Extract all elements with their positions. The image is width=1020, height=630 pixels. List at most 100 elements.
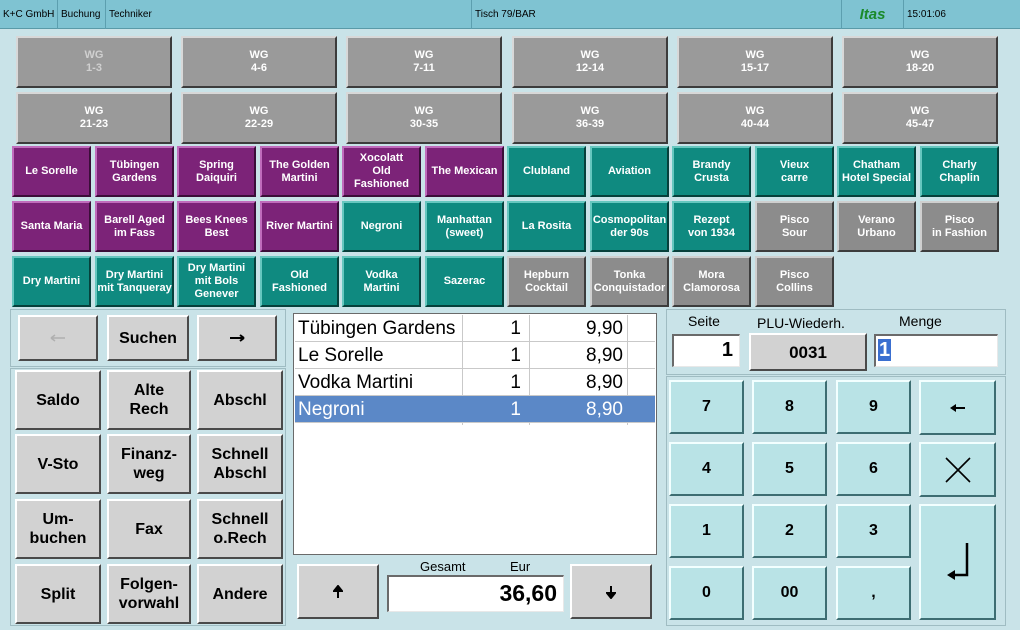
quantity-label: Menge	[899, 313, 942, 329]
group-button[interactable]: WG 45-47	[842, 92, 998, 144]
company-name: K+C GmbH	[0, 0, 58, 29]
quick-no-bill-button[interactable]: Schnell o.Rech	[197, 499, 283, 559]
clear-button[interactable]	[919, 442, 996, 497]
currency-label: Eur	[510, 559, 531, 574]
quantity-field[interactable]: 1	[874, 334, 998, 367]
product-button[interactable]: Tübingen Gardens	[95, 146, 174, 197]
product-button[interactable]: Dry Martini	[12, 256, 91, 307]
product-button[interactable]: Le Sorelle	[12, 146, 91, 197]
key-5[interactable]: 5	[752, 442, 827, 496]
product-button[interactable]: The Golden Martini	[260, 146, 339, 197]
product-button[interactable]: Barell Aged im Fass	[95, 201, 174, 252]
enter-icon	[946, 543, 968, 580]
enter-button[interactable]	[919, 504, 996, 620]
product-button[interactable]: Tonka Conquistador	[590, 256, 669, 307]
product-button[interactable]: Clubland	[507, 146, 586, 197]
fax-button[interactable]: Fax	[107, 499, 191, 559]
scroll-up-button[interactable]	[297, 564, 379, 619]
product-button[interactable]: Cosmopolitan der 90s	[590, 201, 669, 252]
order-row[interactable]: Negroni 1 8,90	[295, 396, 655, 423]
key-00[interactable]: 00	[752, 566, 827, 620]
follow-up-button[interactable]: Folgen- vorwahl	[107, 564, 191, 624]
product-button[interactable]: The Mexican	[425, 146, 504, 197]
product-button[interactable]: Chatham Hotel Special	[837, 146, 916, 197]
key-0[interactable]: 0	[669, 566, 744, 620]
key-8[interactable]: 8	[752, 380, 827, 434]
finance-route-button[interactable]: Finanz- weg	[107, 434, 191, 494]
key-6[interactable]: 6	[836, 442, 911, 496]
order-row[interactable]: Tübingen Gardens 1 9,90	[295, 315, 655, 342]
table-label: Tisch 79/BAR	[472, 0, 842, 29]
product-button[interactable]: Pisco Sour	[755, 201, 834, 252]
group-button[interactable]: WG 15-17	[677, 36, 833, 88]
key-3[interactable]: 3	[836, 504, 911, 558]
product-button[interactable]: Negroni	[342, 201, 421, 252]
product-button[interactable]: Old Fashioned	[260, 256, 339, 307]
order-list[interactable]: Tübingen Gardens 1 9,90 Le Sorelle 1 8,90 Vodk…	[293, 313, 657, 555]
void-button[interactable]: V-Sto	[15, 434, 101, 494]
other-button[interactable]: Andere	[197, 564, 283, 624]
group-button[interactable]: WG 36-39	[512, 92, 668, 144]
group-button-line1: WG	[580, 105, 600, 117]
product-button[interactable]: Spring Daiquiri	[177, 146, 256, 197]
product-button[interactable]: Pisco in Fashion	[920, 201, 999, 252]
key-4[interactable]: 4	[669, 442, 744, 496]
group-button[interactable]: WG 12-14	[512, 36, 668, 88]
plu-repeat-button[interactable]: 0031	[749, 333, 867, 371]
product-button[interactable]: Vieux carre	[755, 146, 834, 197]
product-button[interactable]: Pisco Collins	[755, 256, 834, 307]
product-button[interactable]: Manhattan (sweet)	[425, 201, 504, 252]
product-button[interactable]: River Martini	[260, 201, 339, 252]
old-bills-button[interactable]: Alte Rech	[107, 370, 191, 430]
page-label: Seite	[688, 313, 720, 329]
quick-close-button[interactable]: Schnell Abschl	[197, 434, 283, 494]
scroll-down-button[interactable]	[570, 564, 652, 619]
product-button[interactable]: Charly Chaplin	[920, 146, 999, 197]
product-button[interactable]: Dry Martini mit Tanqueray	[95, 256, 174, 307]
group-button[interactable]: WG 18-20	[842, 36, 998, 88]
product-button[interactable]: Mora Clamorosa	[672, 256, 751, 307]
order-row[interactable]: Le Sorelle 1 8,90	[295, 342, 655, 369]
product-button[interactable]: Brandy Crusta	[672, 146, 751, 197]
pos-window: K+C GmbH Buchung Techniker Tisch 79/BAR …	[0, 0, 1020, 630]
group-button[interactable]: WG 7-11	[346, 36, 502, 88]
product-button[interactable]: Aviation	[590, 146, 669, 197]
product-button[interactable]: Hepburn Cocktail	[507, 256, 586, 307]
product-button[interactable]: La Rosita	[507, 201, 586, 252]
key-1[interactable]: 1	[669, 504, 744, 558]
key-comma[interactable]: ,	[836, 566, 911, 620]
balance-button[interactable]: Saldo	[15, 370, 101, 430]
search-button[interactable]: Suchen	[107, 315, 189, 361]
backspace-button[interactable]	[919, 380, 996, 435]
product-button[interactable]: Vodka Martini	[342, 256, 421, 307]
rebook-button[interactable]: Um- buchen	[15, 499, 101, 559]
group-button[interactable]: WG 4-6	[181, 36, 337, 88]
group-button[interactable]: WG 21-23	[16, 92, 172, 144]
next-page-button[interactable]	[197, 315, 277, 361]
brand-logo: Itas	[842, 0, 904, 29]
group-button[interactable]: WG 1-3	[16, 36, 172, 88]
split-button[interactable]: Split	[15, 564, 101, 624]
product-button[interactable]: Xocolatt Old Fashioned	[342, 146, 421, 197]
group-button[interactable]: WG 40-44	[677, 92, 833, 144]
group-button[interactable]: WG 22-29	[181, 92, 337, 144]
product-button[interactable]: Bees Knees Best	[177, 201, 256, 252]
page-field[interactable]: 1	[672, 334, 740, 367]
product-button[interactable]: Sazerac	[425, 256, 504, 307]
group-button[interactable]: WG 30-35	[346, 92, 502, 144]
group-button-range: 40-44	[740, 118, 770, 130]
key-2[interactable]: 2	[752, 504, 827, 558]
product-button[interactable]: Verano Urbano	[837, 201, 916, 252]
product-button[interactable]: Santa Maria	[12, 201, 91, 252]
product-button[interactable]: Rezept von 1934	[672, 201, 751, 252]
key-9[interactable]: 9	[836, 380, 911, 434]
product-button[interactable]: Dry Martini mit Bols Genever	[177, 256, 256, 307]
group-button-range: 18-20	[905, 62, 935, 74]
order-row[interactable]: Vodka Martini 1 8,90	[295, 369, 655, 396]
group-button-range: 4-6	[251, 62, 267, 74]
order-item-name: Vodka Martini	[298, 372, 414, 393]
prev-page-button[interactable]	[18, 315, 98, 361]
key-7[interactable]: 7	[669, 380, 744, 434]
close-button[interactable]: Abschl	[197, 370, 283, 430]
group-button-range: 30-35	[409, 118, 439, 130]
